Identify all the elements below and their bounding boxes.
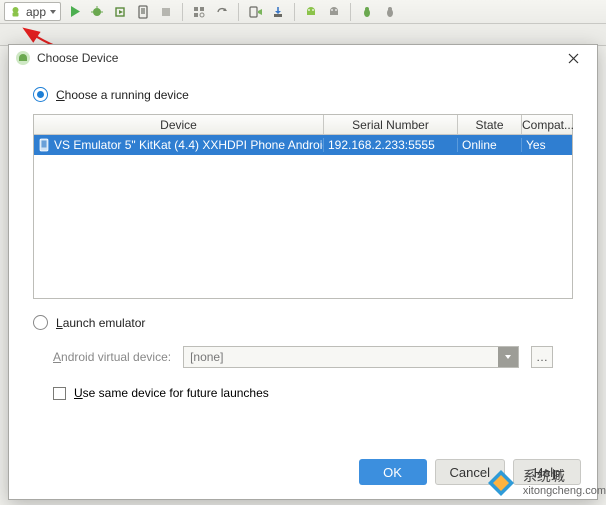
avd-row: Android virtual device: [none] … [53,346,553,368]
close-button[interactable] [555,47,591,69]
table-row[interactable]: VS Emulator 5" KitKat (4.4) XXHDPI Phone… [34,135,572,155]
avd-select-value: [none] [184,350,229,364]
radio-choose-running-device[interactable]: Choose a running device [33,87,573,102]
android-monitor-button[interactable] [301,2,321,22]
checkbox-icon [53,387,66,400]
stop-button[interactable] [156,2,176,22]
dialog-footer: OK Cancel Help [9,449,597,499]
chevron-down-icon [50,10,56,14]
choose-device-dialog: Choose Device Choose a running device De… [8,44,598,500]
android-device-monitor-button[interactable] [324,2,344,22]
avd-label: Android virtual device: [53,350,171,364]
table-body: VS Emulator 5" KitKat (4.4) XXHDPI Phone… [34,135,572,298]
avd-manage-button[interactable]: … [531,346,553,368]
ide-toolbar: app [0,0,606,24]
sdk-manager-button[interactable] [268,2,288,22]
radio-label: Launch emulator [56,316,145,330]
dialog-title: Choose Device [37,51,118,65]
toolbar-separator [182,3,183,21]
toolbar-separator [238,3,239,21]
cancel-button[interactable]: Cancel [435,459,505,485]
run-config-label: app [26,5,46,19]
select-device-button[interactable] [133,2,153,22]
col-header-state[interactable]: State [458,115,522,134]
col-header-compat[interactable]: Compat... [522,115,574,134]
run-button[interactable] [64,2,84,22]
chevron-down-icon [505,355,511,359]
phone-icon [38,138,50,152]
dialog-body: Choose a running device Device Serial Nu… [9,71,597,449]
table-header: Device Serial Number State Compat... [34,115,572,135]
radio-label: Choose a running device [56,88,189,102]
cell-serial: 192.168.2.233:5555 [324,138,458,152]
android-studio-icon [15,50,31,66]
ok-button[interactable]: OK [359,459,427,485]
toolbar-separator [350,3,351,21]
close-icon [568,53,579,64]
avd-manager-button[interactable] [245,2,265,22]
device-table[interactable]: Device Serial Number State Compat... VS … [33,114,573,299]
toolbar-separator [294,3,295,21]
project-structure-button[interactable] [189,2,209,22]
attach-debugger-button[interactable] [110,2,130,22]
checkbox-label: Use same device for future launches [74,386,269,400]
sync-gradle-button[interactable] [212,2,232,22]
cpu-monitor-button[interactable] [380,2,400,22]
col-header-device[interactable]: Device [34,115,324,134]
radio-launch-emulator[interactable]: Launch emulator [33,315,573,330]
run-config-combo[interactable]: app [4,2,61,21]
editor-tab-strip [0,24,606,46]
ellipsis-icon: … [536,350,548,364]
radio-icon [33,87,48,102]
debug-button[interactable] [87,2,107,22]
memory-monitor-button[interactable] [357,2,377,22]
col-header-serial[interactable]: Serial Number [324,115,458,134]
cell-compat: Yes [522,138,572,152]
avd-select-dropdown-button[interactable] [498,347,518,367]
cell-state: Online [458,138,522,152]
radio-icon [33,315,48,330]
use-same-device-checkbox[interactable]: Use same device for future launches [53,386,553,400]
avd-select[interactable]: [none] [183,346,519,368]
cell-device: VS Emulator 5" KitKat (4.4) XXHDPI Phone… [34,138,324,152]
dialog-titlebar: Choose Device [9,45,597,71]
help-button[interactable]: Help [513,459,581,485]
